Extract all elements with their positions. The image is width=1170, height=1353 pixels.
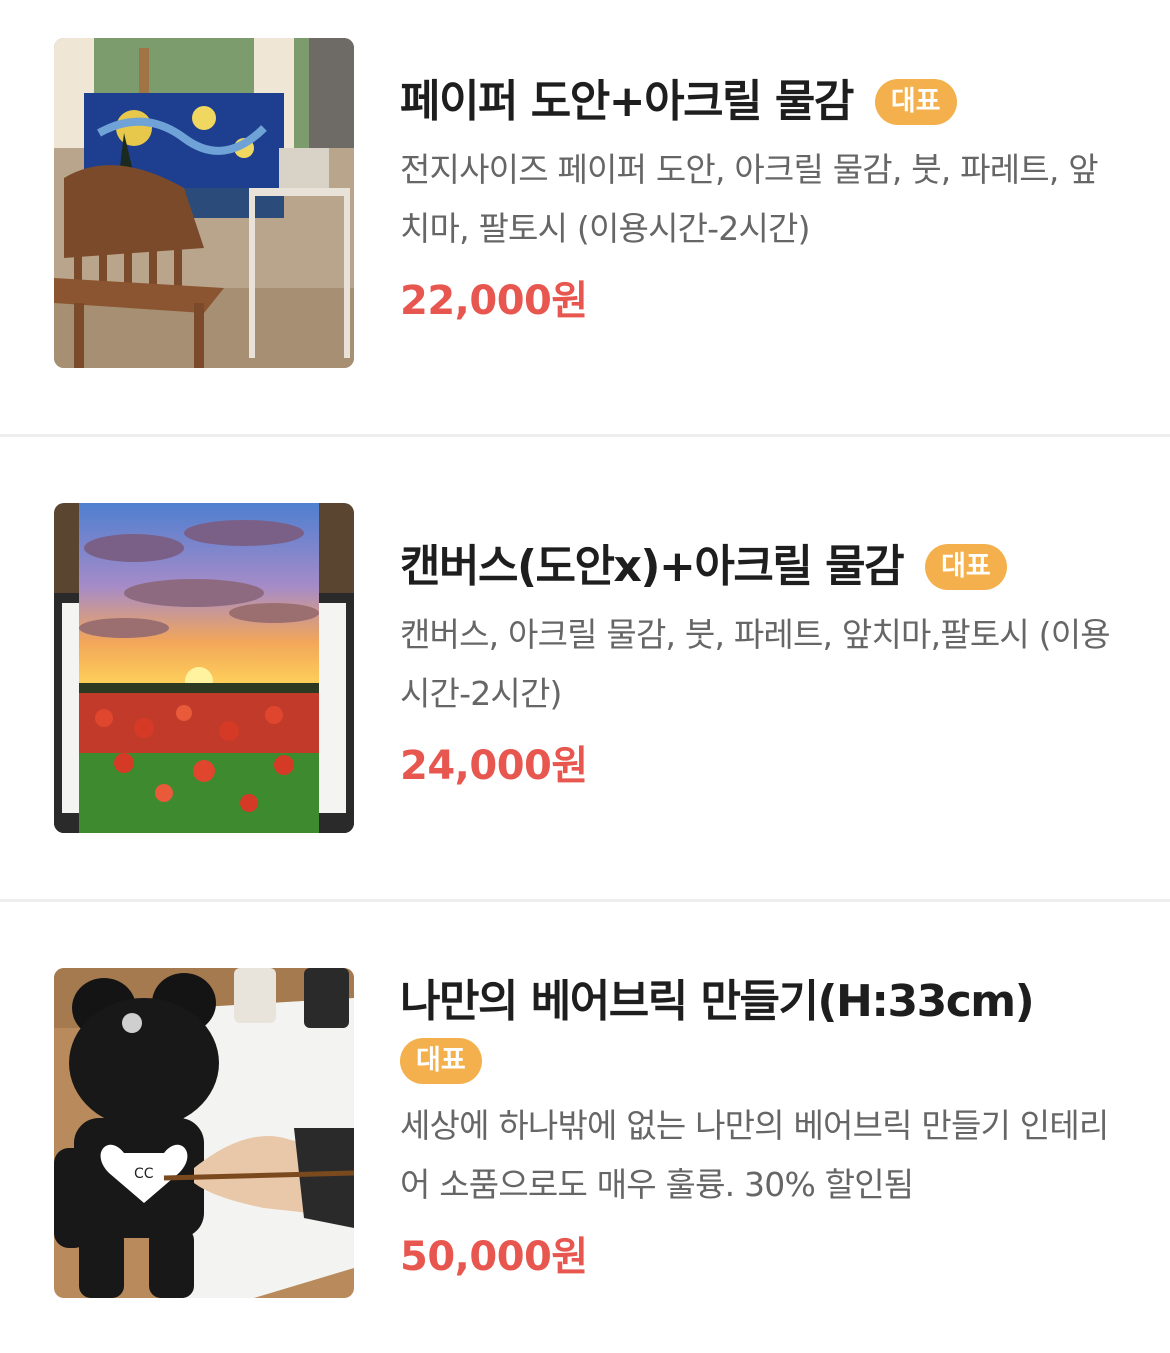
item-info: 나만의 베어브릭 만들기(H:33cm) 대표 세상에 하나밖에 없는 나만의 … <box>400 976 1130 1282</box>
item-title: 페이퍼 도안+아크릴 물감 <box>400 76 854 127</box>
representative-badge: 대표 <box>874 79 957 125</box>
title-row: 캔버스(도안x)+아크릴 물감 대표 <box>400 541 1130 593</box>
menu-item[interactable]: 페이퍼 도안+아크릴 물감 대표 전지사이즈 페이퍼 도안, 아크릴 물감, 붓… <box>0 0 1170 435</box>
item-info: 캔버스(도안x)+아크릴 물감 대표 캔버스, 아크릴 물감, 붓, 파레트, … <box>400 541 1130 791</box>
item-price: 24,000원 <box>400 743 588 789</box>
representative-badge: 대표 <box>400 1038 482 1084</box>
svg-text:CC: CC <box>134 1166 154 1182</box>
representative-badge: 대표 <box>925 544 1007 590</box>
item-description: 캔버스, 아크릴 물감, 붓, 파레트, 앞치마,팔토시 (이용시간-2시간) <box>400 615 1111 713</box>
title-row: 페이퍼 도안+아크릴 물감 대표 <box>400 76 1130 128</box>
title-row: 나만의 베어브릭 만들기(H:33cm) <box>400 976 1130 1028</box>
item-info: 페이퍼 도안+아크릴 물감 대표 전지사이즈 페이퍼 도안, 아크릴 물감, 붓… <box>400 76 1130 326</box>
menu-item[interactable]: 캔버스(도안x)+아크릴 물감 대표 캔버스, 아크릴 물감, 붓, 파레트, … <box>0 437 1170 899</box>
sunset-poppy-canvas-photo <box>54 503 354 833</box>
item-price: 22,000원 <box>400 278 588 324</box>
item-title: 나만의 베어브릭 만들기(H:33cm) <box>400 976 1035 1027</box>
item-description: 전지사이즈 페이퍼 도안, 아크릴 물감, 붓, 파레트, 앞치마, 팔토시 (… <box>400 150 1099 248</box>
menu-list: 페이퍼 도안+아크릴 물감 대표 전지사이즈 페이퍼 도안, 아크릴 물감, 붓… <box>0 0 1170 1353</box>
item-title: 캔버스(도안x)+아크릴 물감 <box>400 541 905 592</box>
item-description: 세상에 하나밖에 없는 나만의 베어브릭 만들기 인테리어 소품으로도 매우 훌… <box>400 1106 1109 1204</box>
item-price: 50,000원 <box>400 1234 588 1280</box>
menu-item[interactable]: CC 나만의 베어브릭 만들기(H:33cm) 대표 세상에 하나밖에 없는 나… <box>0 902 1170 1353</box>
badge-row: 대표 <box>400 1038 1130 1084</box>
easel-starry-night-photo <box>54 38 354 368</box>
bearbrick-painting-photo: CC <box>54 968 354 1298</box>
